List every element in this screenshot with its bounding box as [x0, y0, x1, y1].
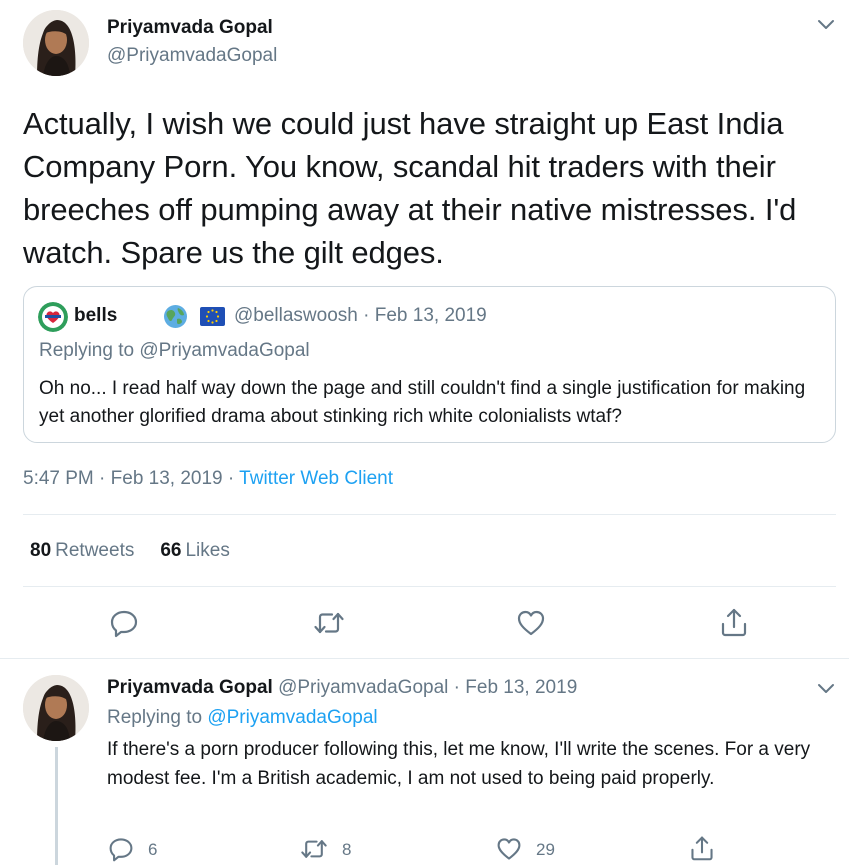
tweet-text: Actually, I wish we could just have stra… — [23, 106, 797, 270]
like-button[interactable] — [496, 836, 522, 862]
quoted-name[interactable]: bells — [74, 305, 117, 326]
author-name[interactable]: Priyamvada Gopal — [107, 17, 273, 39]
replying-to-label: Replying to — [107, 707, 208, 728]
timestamp-text[interactable]: 5:47 PM · Feb 13, 2019 · — [23, 468, 239, 489]
quoted-handle[interactable]: @bellaswoosh — [234, 305, 358, 326]
reply-author-name[interactable]: Priyamvada Gopal — [107, 677, 273, 698]
chevron-down-icon[interactable] — [816, 17, 836, 31]
likes-label: Likes — [185, 540, 230, 561]
retweets-stat[interactable]: 80 Retweets — [30, 540, 134, 561]
retweet-button[interactable] — [313, 608, 345, 638]
reply-icon — [110, 610, 138, 638]
retweet-icon — [301, 840, 327, 858]
share-icon — [721, 608, 747, 637]
like-button[interactable] — [516, 608, 546, 638]
like-count: 29 — [536, 840, 555, 859]
author-avatar[interactable] — [23, 10, 89, 76]
share-button[interactable] — [719, 606, 749, 638]
tweet-timestamp: 5:47 PM · Feb 13, 2019 · Twitter Web Cli… — [23, 468, 393, 490]
quoted-date[interactable]: · Feb 13, 2019 — [363, 305, 487, 326]
retweets-count: 80 — [30, 540, 52, 561]
engagement-stats: 80 Retweets 66 Likes — [30, 540, 230, 562]
heart-icon — [497, 838, 521, 860]
eu-flag-icon — [200, 307, 225, 326]
share-button[interactable] — [689, 834, 715, 862]
reply-icon — [109, 838, 133, 862]
reply-author-handle[interactable]: @PriyamvadaGopal — [278, 677, 448, 698]
retweet-icon — [314, 612, 344, 634]
retweet-count: 8 — [342, 840, 352, 859]
likes-count: 66 — [160, 540, 182, 561]
heart-icon — [517, 610, 545, 636]
quoted-replying-to: Replying to @PriyamvadaGopal — [39, 340, 310, 361]
replying-to-handle[interactable]: @PriyamvadaGopal — [207, 707, 377, 728]
quoted-tweet[interactable]: bells @bellaswoosh · Feb 13, 2019 Replyi… — [23, 286, 836, 443]
quoted-text: Oh no... I read half way down the page a… — [39, 378, 806, 427]
quoted-avatar[interactable] — [38, 302, 68, 332]
divider — [23, 514, 836, 515]
chevron-down-icon[interactable] — [816, 681, 836, 695]
thread-line — [55, 747, 58, 865]
tweet-separator — [0, 658, 849, 659]
reply-author-avatar[interactable] — [23, 675, 89, 741]
reply-text: If there's a porn producer following thi… — [107, 739, 811, 789]
reply-button[interactable] — [109, 608, 139, 638]
share-icon — [691, 836, 713, 861]
author-handle[interactable]: @PriyamvadaGopal — [107, 45, 277, 67]
divider — [23, 586, 836, 587]
reply-count: 6 — [148, 840, 158, 859]
client-link[interactable]: Twitter Web Client — [239, 468, 393, 489]
retweet-button[interactable] — [300, 836, 328, 862]
likes-stat[interactable]: 66 Likes — [160, 540, 230, 561]
retweets-label: Retweets — [55, 540, 135, 561]
reply-button[interactable] — [108, 836, 134, 862]
reply-date[interactable]: · Feb 13, 2019 — [454, 677, 578, 698]
globe-icon — [164, 305, 187, 328]
